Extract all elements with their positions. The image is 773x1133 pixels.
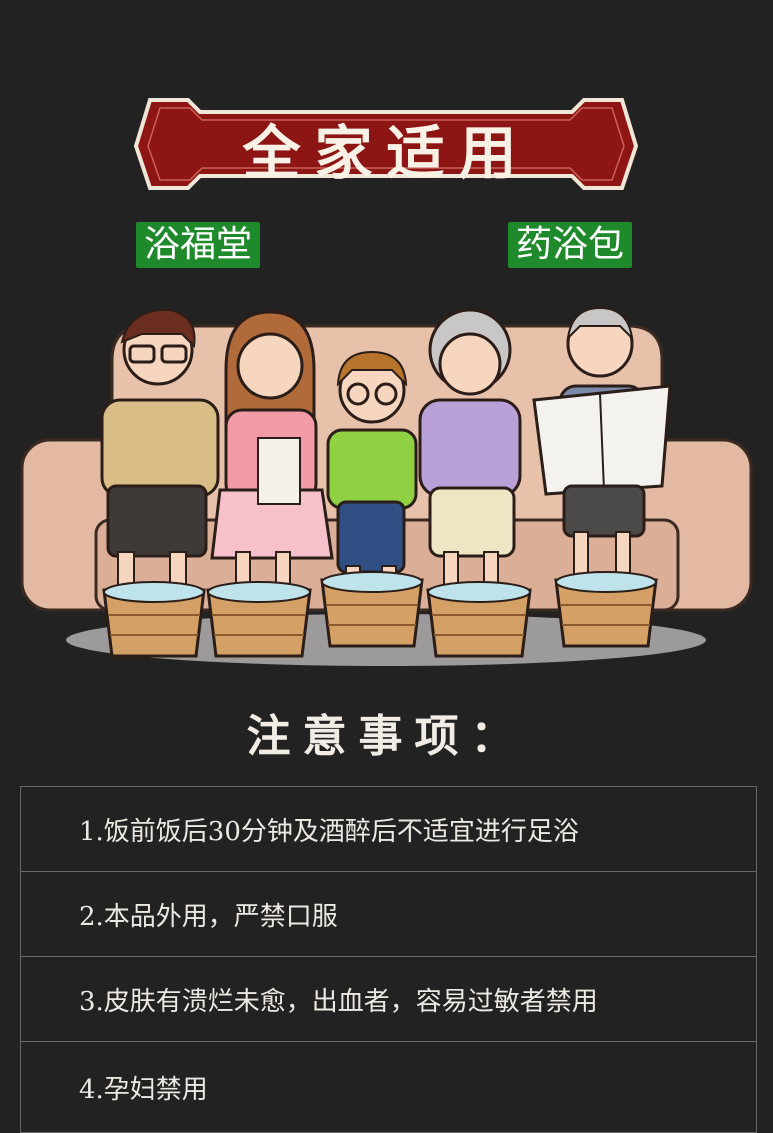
notice-title: 注意事项：	[246, 711, 527, 762]
notice-list: 1.饭前饭后30分钟及酒醉后不适宜进行足浴 2.本品外用，严禁口服 3.皮肤有溃…	[20, 786, 757, 1133]
notice-item: 4.孕妇禁用	[79, 1074, 208, 1105]
woman-figure	[210, 310, 334, 599]
notice-item: 2.本品外用，严禁口服	[21, 872, 756, 957]
boy-figure	[326, 350, 418, 601]
product-tag: 药浴包	[508, 222, 633, 268]
brand-tag: 浴福堂	[136, 222, 261, 268]
family-foot-bath-illustration	[20, 306, 753, 666]
notice-item: 1.饭前饭后30分钟及酒醉后不适宜进行足浴	[21, 787, 756, 872]
notice-item: 3.皮肤有溃烂未愈，出血者，容易过敏者禁用	[21, 957, 756, 1042]
grandma-figure	[418, 308, 522, 597]
banner-title: 全家适用	[242, 119, 531, 187]
